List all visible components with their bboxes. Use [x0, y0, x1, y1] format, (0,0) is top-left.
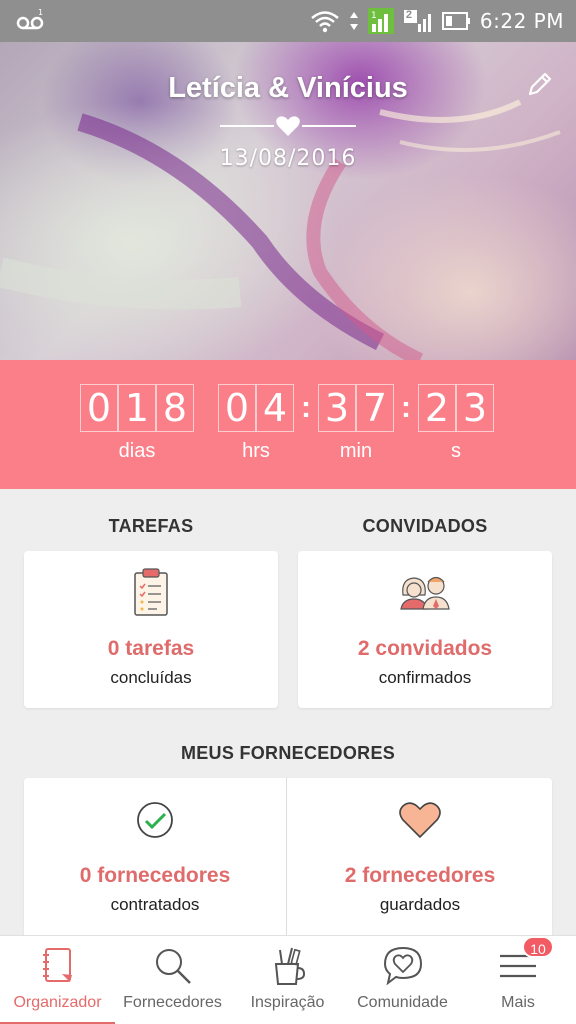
nav-mais[interactable]: 10 Mais	[460, 936, 576, 1024]
days-label: dias	[118, 440, 156, 462]
data-arrows-icon	[349, 12, 358, 30]
seconds-digit: 3	[456, 384, 494, 432]
hired-vendors[interactable]: 0 fornecedores contratados	[24, 778, 286, 938]
vendors-divider	[286, 778, 287, 938]
check-circle-icon	[137, 802, 173, 838]
colon-separator: :	[401, 391, 411, 424]
hired-status: contratados	[110, 895, 200, 914]
tasks-status: concluídas	[110, 668, 192, 687]
nav-fornecedores[interactable]: Fornecedores	[115, 936, 230, 1024]
minutes-digits: 3 7	[318, 384, 394, 432]
clipboard-checklist-icon	[134, 568, 168, 616]
notification-badge: 10	[522, 936, 554, 958]
saved-status: guardados	[379, 895, 461, 914]
voicemail-icon: 1	[16, 8, 44, 30]
couple-name: Letícia & Vinícius	[168, 72, 408, 104]
guests-title: CONVIDADOS	[362, 516, 488, 536]
notebook-icon	[42, 948, 72, 982]
sim-badge: 2	[405, 9, 413, 21]
svg-text:1: 1	[38, 8, 43, 17]
tasks-card[interactable]: 0 tarefas concluídas	[24, 551, 278, 708]
hired-count: 0 fornecedores	[79, 864, 231, 887]
minutes-digit: 7	[356, 384, 394, 432]
hours-digits: 0 4	[218, 384, 294, 432]
nav-label: Comunidade	[357, 994, 448, 1011]
guests-count: 2 convidados	[357, 637, 493, 660]
nav-label: Inspiração	[250, 994, 325, 1011]
hours-digit: 0	[218, 384, 256, 432]
status-icons: 1 2 6:22 PM	[310, 6, 564, 36]
nav-comunidade[interactable]: Comunidade	[345, 936, 460, 1024]
wifi-icon	[311, 11, 339, 33]
saved-vendors[interactable]: 2 fornecedores guardados	[288, 778, 552, 938]
tasks-count: 0 tarefas	[107, 637, 195, 660]
vendors-title: MEUS FORNECEDORES	[180, 743, 396, 763]
minutes-digit: 3	[318, 384, 356, 432]
heart-icon	[276, 116, 300, 136]
vendors-card: 0 fornecedores contratados 2 fornecedore…	[24, 778, 552, 938]
search-icon	[155, 949, 191, 984]
couple-avatars-icon	[400, 576, 450, 610]
days-digits: 0 1 8	[80, 384, 194, 432]
heart-divider	[220, 116, 356, 136]
wedding-date: 13/08/2016	[219, 146, 357, 171]
seconds-digits: 2 3	[418, 384, 494, 432]
colon-separator: :	[301, 391, 311, 424]
days-digit: 1	[118, 384, 156, 432]
saved-count: 2 fornecedores	[344, 864, 496, 887]
nav-inspiracao[interactable]: Inspiração	[230, 936, 345, 1024]
guests-card[interactable]: 2 convidados confirmados	[298, 551, 552, 708]
nav-label: Fornecedores	[123, 994, 222, 1011]
hours-label: hrs	[242, 440, 270, 462]
days-digit: 8	[156, 384, 194, 432]
minutes-label: min	[339, 440, 373, 462]
clock: 6:22 PM	[479, 9, 564, 33]
signal-1-icon: 1	[367, 8, 394, 34]
countdown-panel: 0 1 8 0 4 : 3 7 : 2 3 dias hrs min s	[0, 360, 576, 489]
days-digit: 0	[80, 384, 118, 432]
couple-photo-header: Letícia & Vinícius 13/08/2016	[0, 42, 576, 360]
nav-organizador[interactable]: Organizador	[0, 936, 115, 1024]
tasks-title: TAREFAS	[108, 516, 194, 536]
seconds-digit: 2	[418, 384, 456, 432]
pencil-icon[interactable]	[526, 70, 554, 98]
hours-digit: 4	[256, 384, 294, 432]
countdown-digits: 0 1 8 0 4 : 3 7 : 2 3	[80, 384, 494, 432]
nav-label: Mais	[501, 994, 535, 1011]
heart-chat-icon	[383, 946, 422, 986]
signal-2-icon: 2	[403, 8, 434, 34]
battery-icon	[441, 12, 470, 30]
pencil-cup-icon	[274, 947, 305, 985]
svg-text:1: 1	[371, 11, 377, 21]
seconds-label: s	[451, 440, 461, 462]
heart-icon	[399, 802, 441, 839]
status-bar: 1 1 2 6:22 PM	[0, 0, 576, 42]
bottom-navigation: Organizador Fornecedores Inspiração Comu…	[0, 935, 576, 1024]
guests-status: confirmados	[378, 668, 472, 687]
nav-label: Organizador	[13, 994, 102, 1011]
